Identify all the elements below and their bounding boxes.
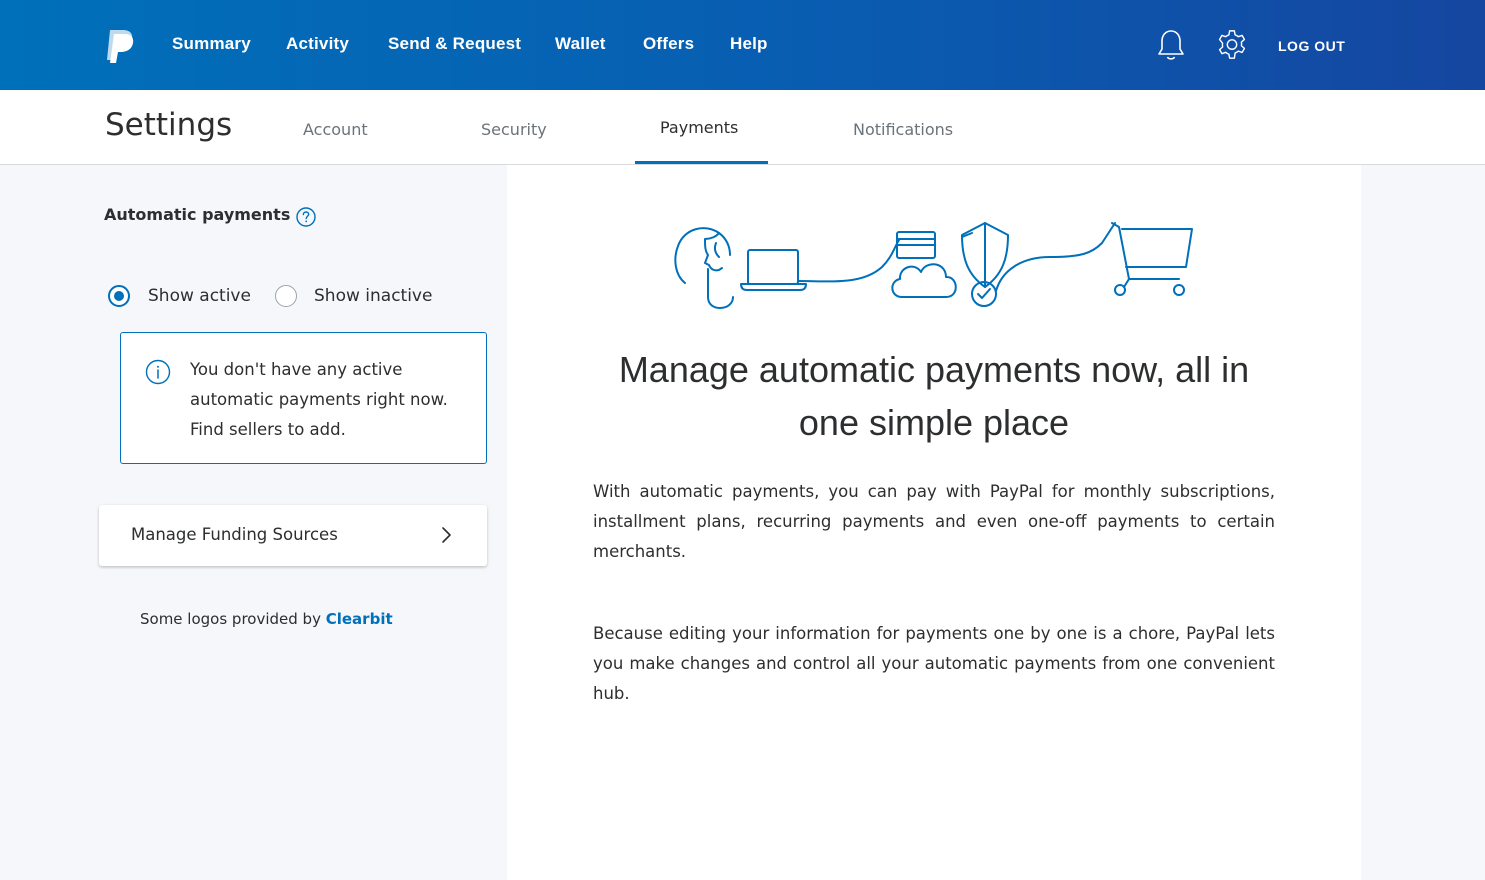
- nav-send-request[interactable]: Send & Request: [388, 34, 521, 54]
- description-paragraph-2: Because editing your information for pay…: [593, 624, 1275, 703]
- tab-payments[interactable]: Payments: [660, 118, 738, 137]
- settings-header: Settings Account Security Payments Notif…: [0, 90, 1485, 165]
- paypal-logo[interactable]: [104, 28, 136, 64]
- page-title: Settings: [105, 107, 233, 143]
- tab-security[interactable]: Security: [481, 120, 547, 139]
- tab-notifications[interactable]: Notifications: [853, 120, 953, 139]
- info-message-text: You don't have any active automatic paym…: [190, 360, 448, 439]
- manage-funding-sources-label[interactable]: Manage Funding Sources: [131, 525, 338, 544]
- nav-offers[interactable]: Offers: [643, 34, 694, 54]
- automatic-payments-heading: Automatic payments: [104, 205, 291, 224]
- show-inactive-label[interactable]: Show inactive: [314, 286, 432, 306]
- bell-icon[interactable]: [1155, 28, 1187, 62]
- automatic-payments-illustration: [674, 222, 1193, 309]
- show-active-radio[interactable]: [108, 285, 130, 307]
- credits-text: Some logos provided by: [140, 610, 321, 628]
- logout-button[interactable]: LOG OUT: [1278, 38, 1345, 54]
- logo-credits: Some logos provided by Clearbit: [140, 610, 393, 628]
- clearbit-link[interactable]: Clearbit: [326, 610, 393, 628]
- empty-state-message: You don't have any active automatic paym…: [120, 332, 487, 464]
- gear-icon[interactable]: [1216, 28, 1248, 62]
- main-content-panel: Manage automatic payments now, all in on…: [507, 165, 1361, 880]
- chevron-right-icon: [442, 527, 451, 543]
- nav-help[interactable]: Help: [730, 34, 768, 54]
- nav-summary[interactable]: Summary: [172, 34, 251, 54]
- manage-funding-sources-button[interactable]: Manage Funding Sources: [99, 505, 487, 566]
- active-tab-indicator: [635, 161, 768, 164]
- nav-activity[interactable]: Activity: [286, 34, 349, 54]
- nav-wallet[interactable]: Wallet: [555, 34, 606, 54]
- show-inactive-radio[interactable]: [275, 285, 297, 307]
- info-icon: [145, 359, 171, 385]
- description-paragraph-1: With automatic payments, you can pay wit…: [593, 482, 1275, 561]
- main-headline: Manage automatic payments now, all in on…: [618, 349, 1250, 443]
- help-icon[interactable]: [296, 207, 316, 227]
- tab-account[interactable]: Account: [303, 120, 368, 139]
- show-active-label[interactable]: Show active: [148, 286, 251, 306]
- top-navigation-bar: Summary Activity Send & Request Wallet O…: [0, 0, 1485, 90]
